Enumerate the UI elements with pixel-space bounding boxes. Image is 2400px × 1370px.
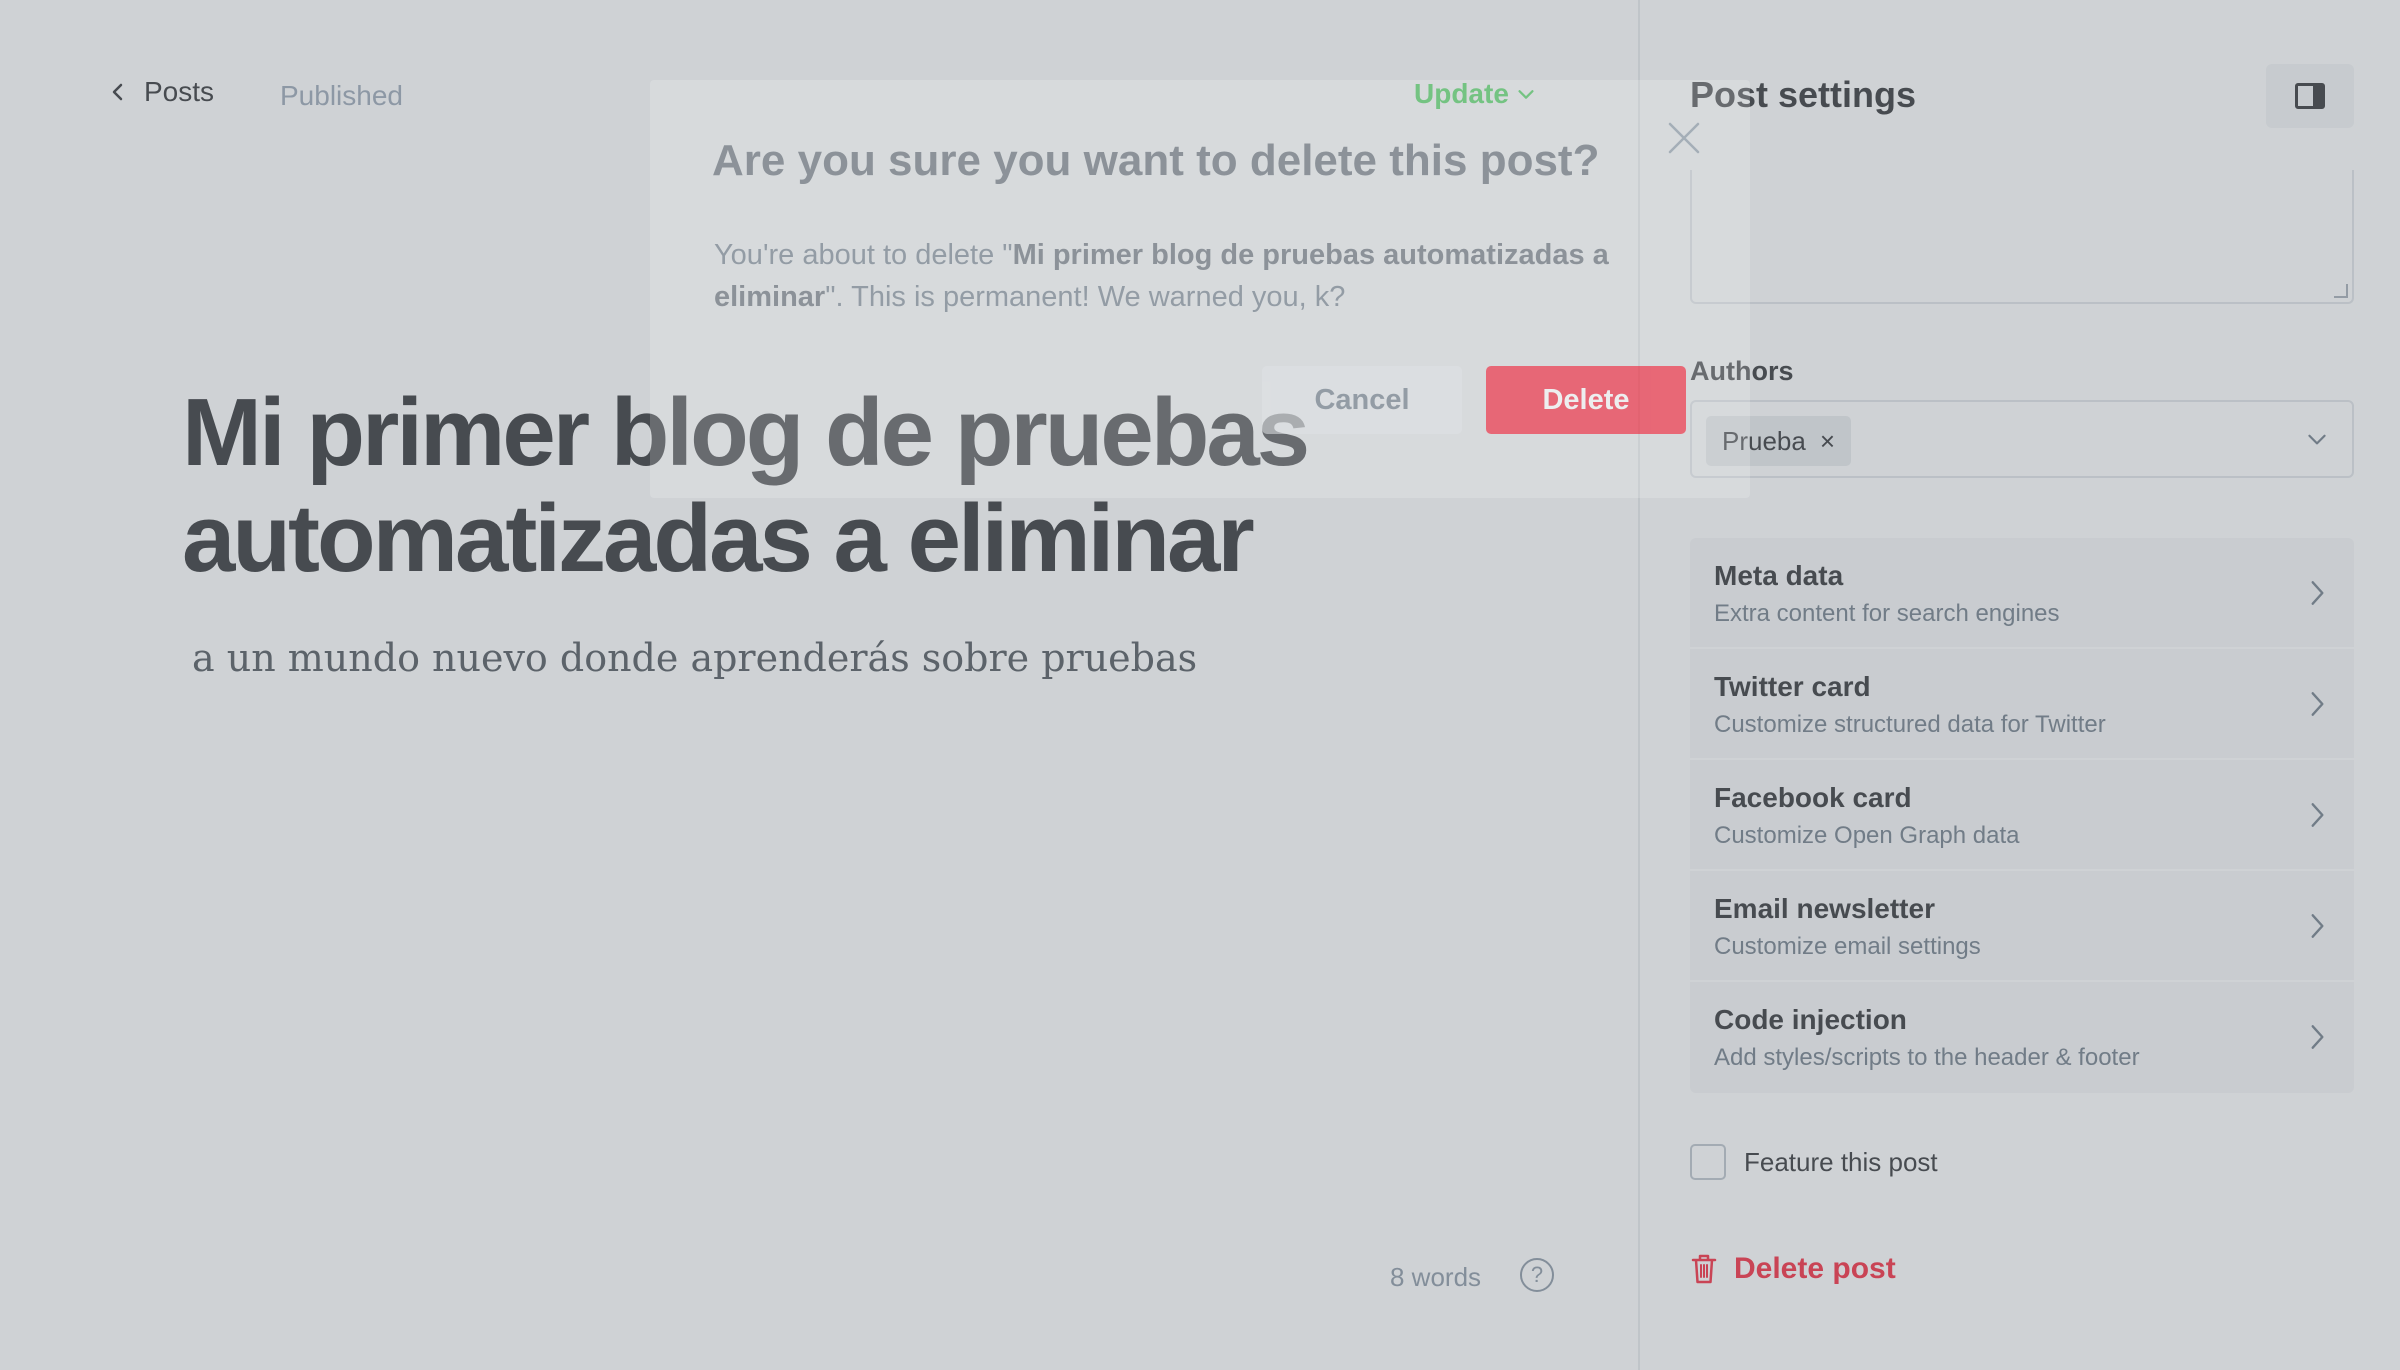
close-icon[interactable]: [1666, 120, 1702, 156]
modal-body: You're about to delete "Mi primer blog d…: [714, 234, 1704, 318]
delete-confirm-modal: Are you sure you want to delete this pos…: [650, 80, 1750, 498]
modal-body-suffix: ". This is permanent! We warned you, k?: [825, 281, 1346, 313]
modal-content: Are you sure you want to delete this pos…: [650, 80, 1750, 498]
modal-title: Are you sure you want to delete this pos…: [712, 136, 1600, 185]
cancel-button[interactable]: Cancel: [1262, 366, 1462, 434]
confirm-delete-button[interactable]: Delete: [1486, 366, 1686, 434]
modal-body-prefix: You're about to delete ": [714, 239, 1013, 271]
